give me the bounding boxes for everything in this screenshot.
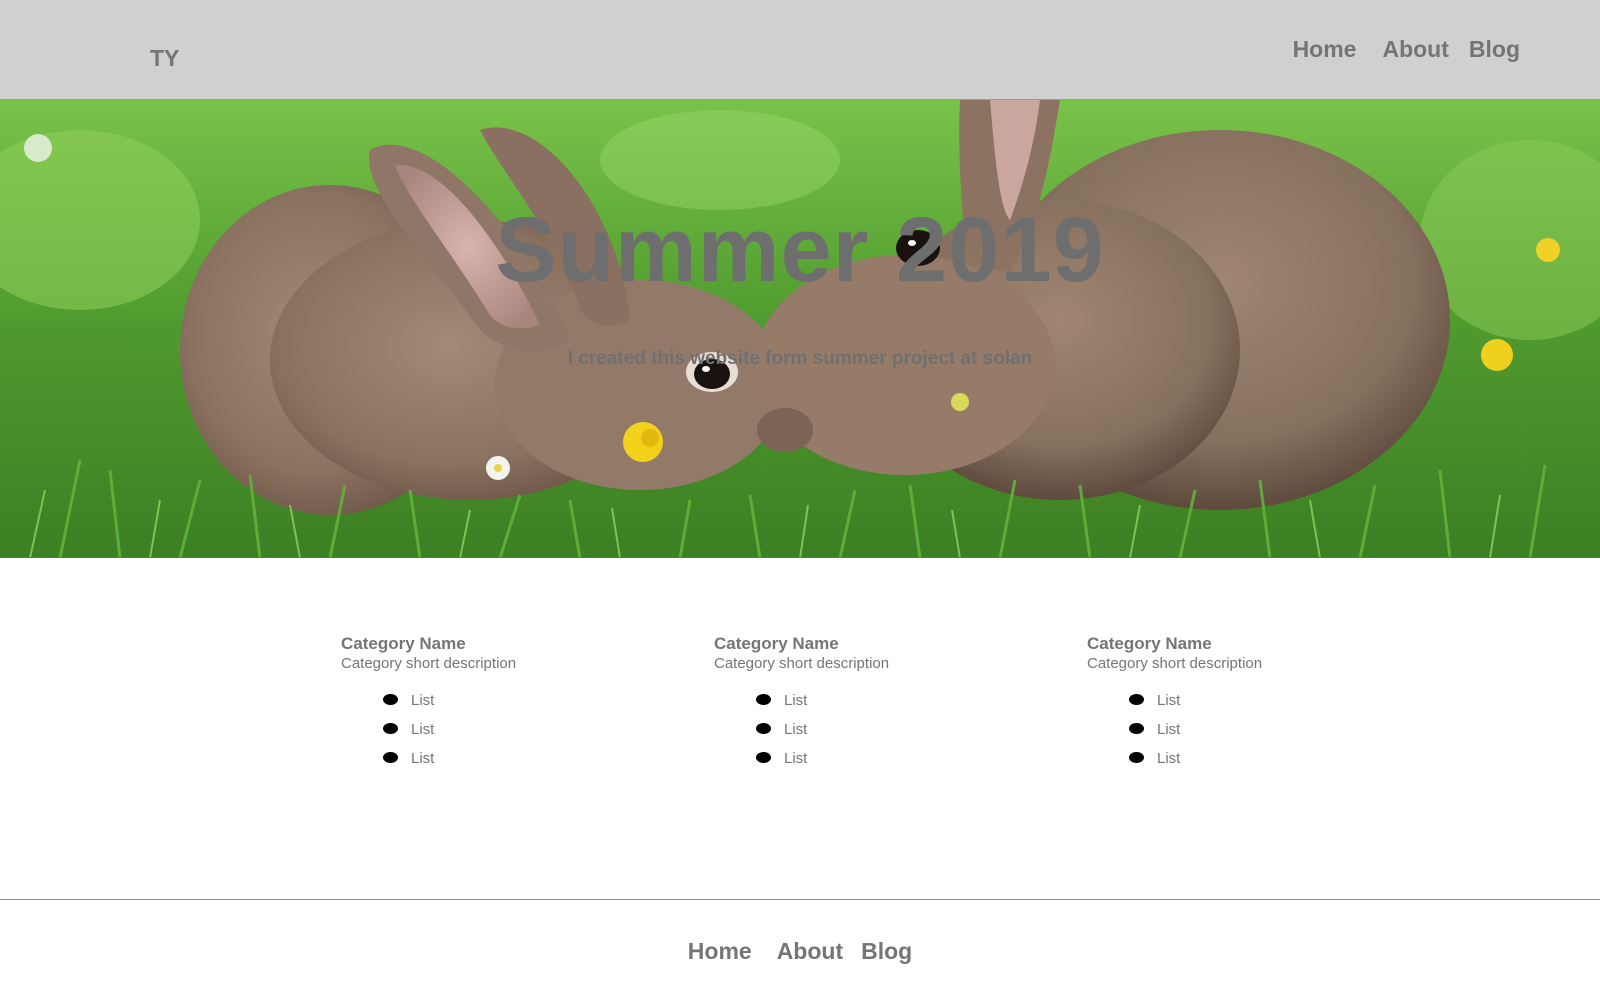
list-item: List	[383, 692, 641, 721]
site-logo[interactable]: TY	[150, 45, 179, 72]
footer-home-link[interactable]: Home	[688, 938, 752, 965]
footer-about-link[interactable]: About	[777, 938, 843, 965]
list-item: List	[383, 721, 641, 750]
list-item-label: List	[784, 750, 808, 767]
category-card: Category Name Category short description…	[714, 634, 1014, 779]
category-title: Category Name	[341, 634, 466, 653]
category-list: List List List	[341, 692, 641, 779]
bullet-icon	[756, 752, 771, 763]
footer-blog-link[interactable]: Blog	[861, 938, 912, 965]
bullet-icon	[383, 752, 398, 763]
bullet-icon	[383, 723, 398, 734]
category-description: Category short description	[714, 655, 890, 672]
category-description: Category short description	[341, 655, 517, 672]
list-item-label: List	[784, 692, 808, 709]
list-item: List	[756, 692, 1014, 721]
list-item: List	[383, 750, 641, 779]
bullet-icon	[1129, 752, 1144, 763]
list-item-label: List	[1157, 692, 1181, 709]
list-item: List	[1129, 721, 1387, 750]
bullet-icon	[1129, 694, 1144, 705]
hero-subtitle: I created this website form summer proje…	[567, 348, 1033, 369]
hero-title: Summer 2019	[495, 199, 1105, 301]
footer-nav: Home About Blog	[0, 938, 1600, 965]
category-card: Category Name Category short description…	[1087, 634, 1387, 779]
list-item-label: List	[784, 721, 808, 738]
footer-divider	[0, 899, 1600, 900]
list-item: List	[756, 721, 1014, 750]
site-header: TY Home About Blog	[0, 0, 1600, 100]
category-list: List List List	[1087, 692, 1387, 779]
nav-blog-link[interactable]: Blog	[1469, 36, 1520, 63]
hero-banner: Summer 2019 I created this website form …	[0, 100, 1600, 558]
list-item: List	[756, 750, 1014, 779]
bullet-icon	[383, 694, 398, 705]
list-item-label: List	[1157, 750, 1181, 767]
bullet-icon	[1129, 723, 1144, 734]
category-list: List List List	[714, 692, 1014, 779]
list-item: List	[1129, 750, 1387, 779]
category-title: Category Name	[714, 634, 839, 653]
list-item-label: List	[411, 692, 435, 709]
hero-image	[0, 100, 1600, 557]
bullet-icon	[756, 694, 771, 705]
top-nav: Home About Blog	[1293, 36, 1520, 63]
bullet-icon	[756, 723, 771, 734]
list-item-label: List	[411, 750, 435, 767]
list-item-label: List	[1157, 721, 1181, 738]
list-item-label: List	[411, 721, 435, 738]
category-description: Category short description	[1087, 655, 1263, 672]
category-title: Category Name	[1087, 634, 1212, 653]
category-card: Category Name Category short description…	[341, 634, 641, 779]
nav-about-link[interactable]: About	[1382, 36, 1448, 63]
nav-home-link[interactable]: Home	[1293, 36, 1357, 63]
list-item: List	[1129, 692, 1387, 721]
